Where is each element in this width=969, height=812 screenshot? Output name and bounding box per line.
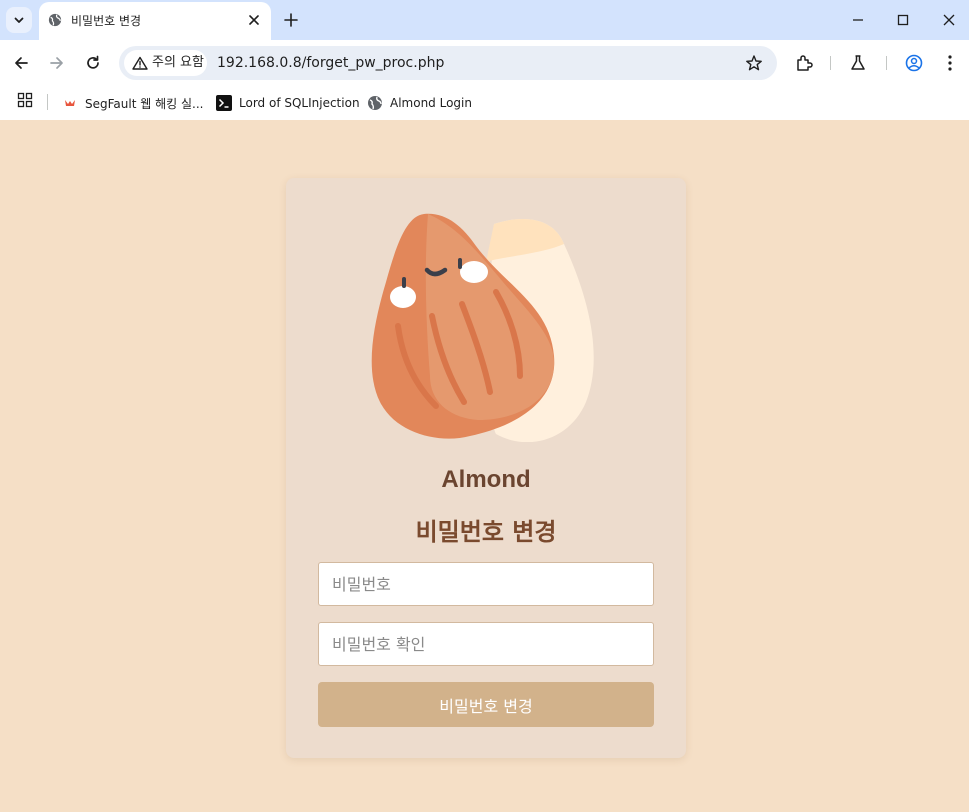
bookmark-lord-of-sqli[interactable]: Lord of SQLInjection xyxy=(216,93,360,113)
extensions-icon[interactable] xyxy=(794,53,814,73)
change-password-button[interactable]: 비밀번호 변경 xyxy=(318,682,654,727)
globe-icon xyxy=(48,13,62,27)
chevron-down-icon xyxy=(14,17,24,23)
labs-flask-icon[interactable] xyxy=(848,53,868,73)
bookmarks-divider xyxy=(47,94,48,110)
profile-icon[interactable] xyxy=(904,53,924,73)
browser-toolbar: 주의 요함 192.168.0.8/forget_pw_proc.php xyxy=(0,40,969,86)
apps-grid-icon[interactable] xyxy=(17,92,33,108)
minimize-icon[interactable] xyxy=(849,11,867,29)
toolbar-divider xyxy=(886,56,887,70)
warning-icon xyxy=(132,56,148,70)
window-close-icon[interactable] xyxy=(940,11,958,29)
back-icon[interactable] xyxy=(11,53,31,73)
bookmark-segfault[interactable]: SegFault 웹 해킹 실... xyxy=(62,93,203,113)
terminal-icon xyxy=(216,95,232,111)
menu-kebab-icon[interactable] xyxy=(940,53,960,73)
forward-icon[interactable] xyxy=(47,53,67,73)
bookmark-almond-login[interactable]: Almond Login xyxy=(367,93,472,113)
maximize-icon[interactable] xyxy=(894,11,912,29)
reload-icon[interactable] xyxy=(83,53,103,73)
globe-icon xyxy=(368,96,382,110)
almond-logo-icon xyxy=(371,213,594,442)
close-icon[interactable] xyxy=(247,13,261,27)
tab-title: 비밀번호 변경 xyxy=(71,14,142,28)
tab-strip: 비밀번호 변경 xyxy=(0,0,969,40)
new-tab-icon[interactable] xyxy=(282,11,300,29)
security-chip-label: 주의 요함 xyxy=(152,55,204,70)
page-heading: 비밀번호 변경 xyxy=(415,518,557,546)
bookmarks-bar: SegFault 웹 해킹 실... Lord of SQLInjection … xyxy=(0,86,969,120)
page-body: Almond 비밀번호 변경 비밀번호 변경 xyxy=(0,120,969,812)
brand-title: Almond xyxy=(441,466,531,493)
password-change-card: Almond 비밀번호 변경 비밀번호 변경 xyxy=(286,178,686,758)
url-text[interactable]: 192.168.0.8/forget_pw_proc.php xyxy=(217,54,444,72)
tab-search-button[interactable] xyxy=(6,7,32,33)
star-icon[interactable] xyxy=(745,54,763,72)
password-confirm-input[interactable] xyxy=(318,622,654,666)
segfault-icon xyxy=(65,100,75,106)
toolbar-divider xyxy=(830,56,831,70)
active-tab[interactable]: 비밀번호 변경 xyxy=(39,2,271,40)
password-input[interactable] xyxy=(318,562,654,606)
address-bar[interactable]: 주의 요함 192.168.0.8/forget_pw_proc.php xyxy=(119,46,777,80)
